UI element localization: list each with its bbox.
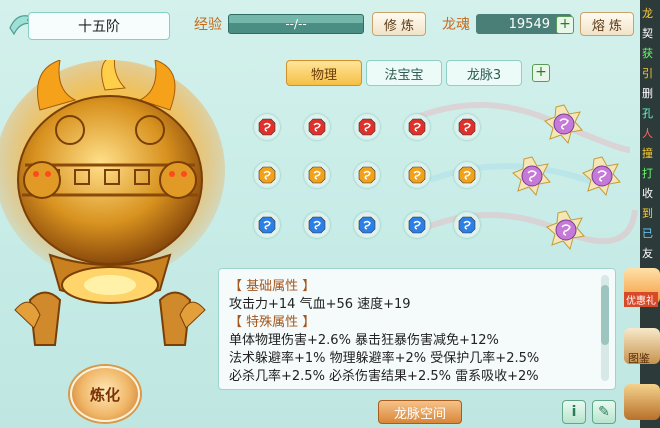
info-icon[interactable]: i: [562, 400, 586, 424]
add-tab-button[interactable]: +: [532, 64, 550, 82]
gift-label: 优惠礼: [624, 292, 658, 307]
add-soul-button[interactable]: +: [556, 16, 574, 34]
tab-physical[interactable]: 物理: [286, 60, 362, 86]
treasure-icon[interactable]: [624, 384, 660, 420]
tier-display: 十五阶: [28, 12, 170, 40]
gem-icon: [258, 216, 276, 234]
exp-label: 经验: [194, 17, 222, 33]
refine-button[interactable]: 炼化: [70, 366, 140, 422]
gem-slot[interactable]: [304, 212, 330, 238]
gem-slot[interactable]: [254, 162, 280, 188]
base-attr-header: 【 基础属性 】: [229, 279, 316, 294]
guide-book-icon[interactable]: 图鉴: [624, 328, 660, 365]
exp-bar: --/--: [228, 14, 364, 34]
gem-slot[interactable]: [354, 162, 380, 188]
gem-slot[interactable]: [404, 162, 430, 188]
attribute-scrollbar[interactable]: [601, 275, 609, 381]
edit-icon[interactable]: ✎: [592, 400, 616, 424]
star-gem-right[interactable]: [582, 156, 622, 197]
tab-magic-treasure[interactable]: 法宝宝: [366, 60, 442, 86]
gem-icon: [408, 216, 426, 234]
gift-icon[interactable]: 优惠礼: [624, 268, 660, 307]
gem-icon: [308, 118, 326, 136]
dragon-vein-panel: 十五阶 经验 --/-- 修 炼 龙魂 19549 + 熔 炼 物理 法宝宝 龙…: [0, 0, 640, 428]
special-attr-line: 单体物理伤害+2.6% 暴击狂暴伤害减免+12%: [229, 333, 499, 348]
gem-slot[interactable]: [254, 212, 280, 238]
gem-slot[interactable]: [354, 212, 380, 238]
base-attr-line: 攻击力+14 气血+56 速度+19: [229, 297, 411, 312]
chat-fragment: 打: [642, 167, 653, 180]
star-gem-top[interactable]: [544, 104, 584, 145]
gem-icon: [358, 118, 376, 136]
gem-slot[interactable]: [304, 114, 330, 140]
chat-fragment: 删: [642, 87, 653, 100]
chat-fragment: 到: [642, 207, 653, 220]
chat-fragment: 人: [642, 127, 653, 140]
smelt-button[interactable]: 熔 炼: [580, 12, 634, 36]
chat-fragment: 契: [642, 27, 653, 40]
soul-value: 19549: [508, 16, 550, 32]
gem-icon: [308, 166, 326, 184]
gem-slot[interactable]: [254, 114, 280, 140]
gem-slot[interactable]: [304, 162, 330, 188]
special-attr-header: 【 特殊属性 】: [229, 315, 316, 330]
guide-label: 图鉴: [628, 352, 650, 365]
gem-icon: [358, 216, 376, 234]
tier-label: 十五阶: [78, 19, 120, 35]
gem-icon: [408, 166, 426, 184]
star-gem-left[interactable]: [512, 156, 552, 197]
soul-label: 龙魂: [442, 17, 470, 33]
gem-slot[interactable]: [404, 212, 430, 238]
gem-icon: [258, 118, 276, 136]
star-gem-icon: [544, 104, 583, 145]
tab-dragon-vein-3[interactable]: 龙脉3: [446, 60, 522, 86]
star-gem-icon: [582, 156, 621, 197]
gem-icon: [408, 118, 426, 136]
star-gem-bottom[interactable]: [546, 210, 586, 251]
star-gem-icon: [512, 156, 551, 197]
gem-icon: [308, 216, 326, 234]
cauldron-image: [0, 60, 225, 346]
gem-icon: [458, 166, 476, 184]
chat-fragment: 收: [642, 187, 653, 200]
chat-fragment: 引: [642, 67, 653, 80]
gem-slot[interactable]: [404, 114, 430, 140]
chat-fragment: 龙: [642, 7, 653, 20]
gem-icon: [458, 118, 476, 136]
gem-icon: [458, 216, 476, 234]
gem-slot[interactable]: [454, 162, 480, 188]
special-attr-line: 必杀几率+2.5% 必杀伤害结果+2.5% 雷系吸收+2%: [229, 369, 539, 384]
chat-fragment: 孔: [642, 107, 653, 120]
cultivate-button[interactable]: 修 炼: [372, 12, 426, 36]
gem-slot[interactable]: [354, 114, 380, 140]
gem-slot[interactable]: [454, 212, 480, 238]
chat-fragment: 友: [642, 247, 653, 260]
exp-value: --/--: [285, 17, 307, 31]
attribute-panel: 【 基础属性 】 攻击力+14 气血+56 速度+19 【 特殊属性 】 单体物…: [218, 268, 616, 390]
gem-icon: [258, 166, 276, 184]
chat-fragment: 已: [642, 227, 653, 240]
special-attr-line: 法术躲避率+1% 物理躲避率+2% 受保护几率+2.5%: [229, 351, 540, 366]
chat-fragment: 撞: [642, 147, 653, 160]
star-gem-icon: [546, 210, 585, 251]
dragon-vein-space-button[interactable]: 龙脉空间: [378, 400, 462, 424]
chat-fragment: 获: [642, 47, 653, 60]
gem-slot[interactable]: [454, 114, 480, 140]
gem-icon: [358, 166, 376, 184]
scroll-thumb[interactable]: [601, 285, 609, 345]
